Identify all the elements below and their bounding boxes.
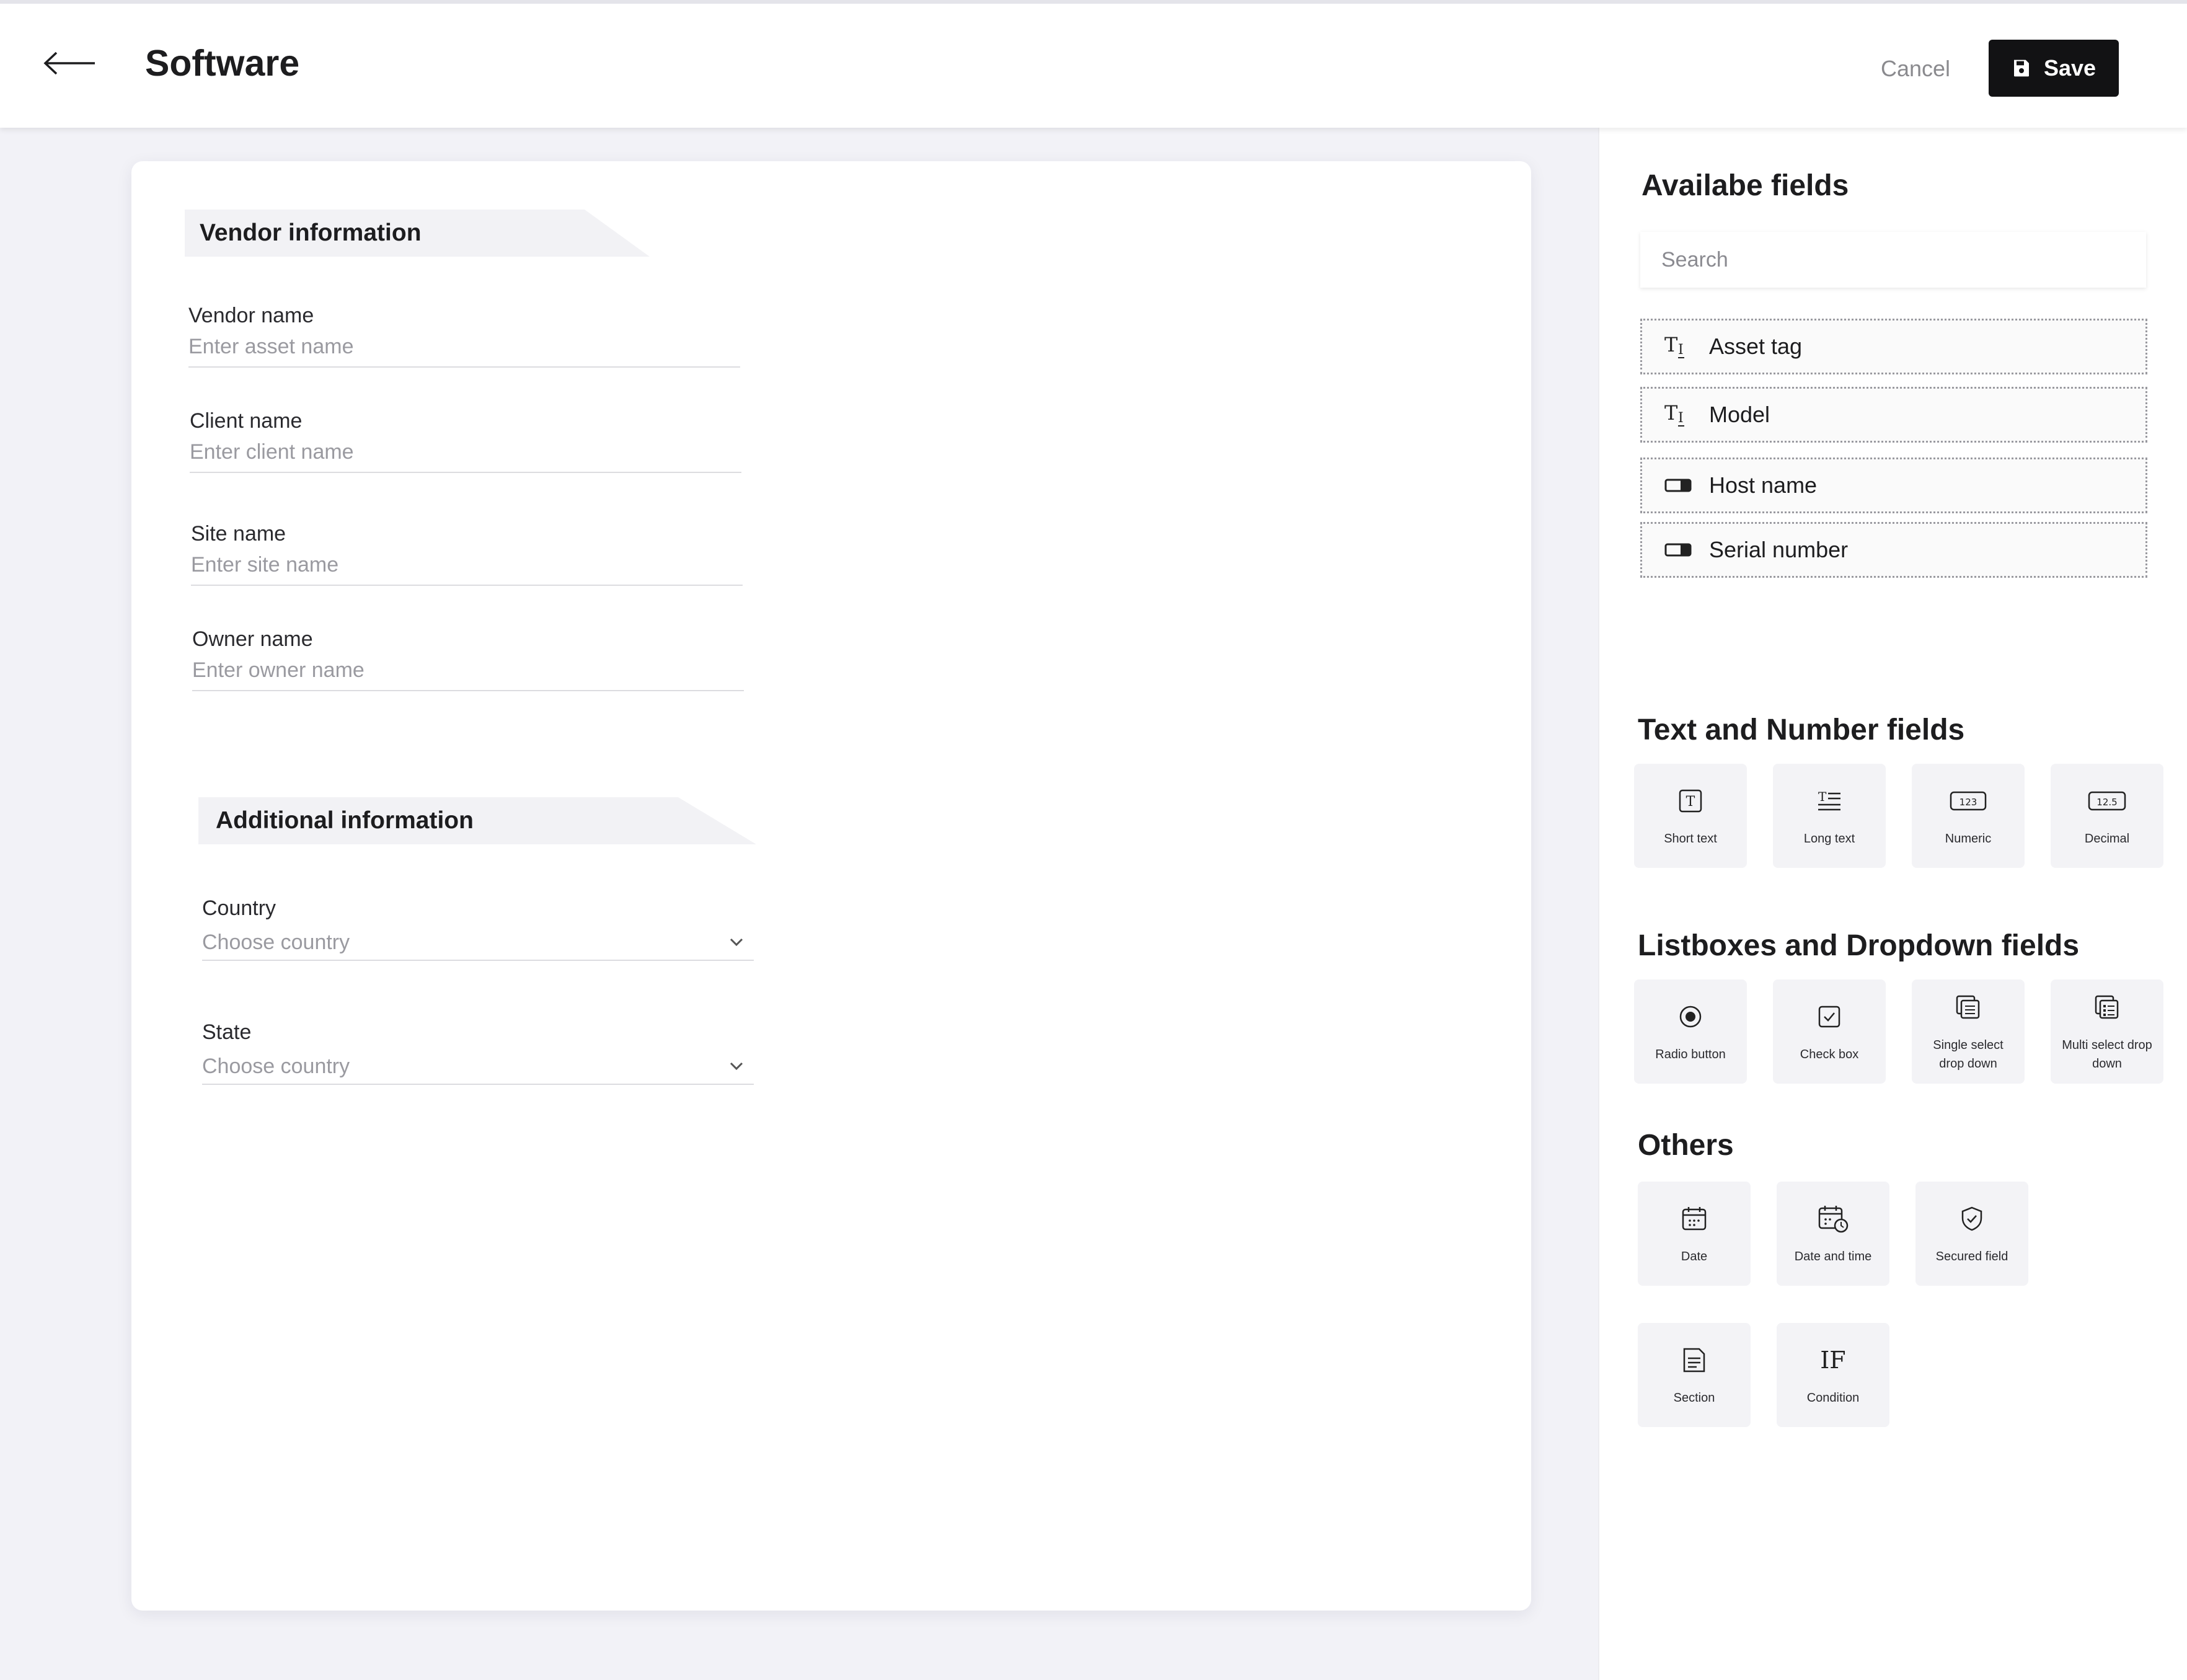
field-label: Owner name <box>192 627 313 651</box>
available-field-label: Asset tag <box>1709 334 1803 359</box>
arrow-left-icon <box>43 51 95 75</box>
tile-label: Check box <box>1800 1048 1859 1061</box>
long-text-icon: T <box>1816 784 1843 818</box>
tile-date[interactable]: Date <box>1638 1182 1751 1286</box>
svg-text:I: I <box>1678 410 1684 426</box>
tile-label: Long text <box>1803 832 1855 846</box>
short-text-icon: T <box>1678 784 1703 818</box>
tile-section[interactable]: Section <box>1638 1323 1751 1427</box>
radio-icon <box>1678 999 1703 1034</box>
tile-label: Decimal <box>2084 832 2130 846</box>
field-label: Site name <box>191 522 286 546</box>
tile-label: Date <box>1681 1250 1708 1263</box>
numeric-icon: 123 <box>1950 784 1987 818</box>
tile-label: Secured field <box>1935 1250 2008 1263</box>
available-field-label: Host name <box>1709 472 1818 498</box>
tile-condition[interactable]: IF Condition <box>1777 1323 1889 1427</box>
floppy-disk-icon <box>2013 60 2029 77</box>
section-icon <box>1682 1343 1707 1377</box>
tile-radio-button[interactable]: Radio button <box>1634 979 1747 1084</box>
tile-label: Condition <box>1806 1391 1860 1405</box>
field-label: Vendor name <box>188 304 314 327</box>
field-palette-panel: Availabe fields TI Asset tag TI Model Ho… <box>1598 128 2187 1680</box>
calendar-clock-icon <box>1818 1201 1849 1236</box>
chevron-down-icon <box>730 938 743 947</box>
toggle-input-icon <box>1661 478 1695 493</box>
save-button-label: Save <box>2043 55 2096 81</box>
site-name-input[interactable] <box>191 550 743 586</box>
save-button[interactable]: Save <box>1989 40 2119 97</box>
tile-decimal[interactable]: 12.5 Decimal <box>2051 764 2163 868</box>
available-field-model[interactable]: TI Model <box>1640 387 2147 443</box>
svg-text:12.5: 12.5 <box>2096 797 2117 808</box>
country-select[interactable]: Choose country <box>202 925 754 961</box>
svg-text:T: T <box>1664 333 1678 356</box>
field-owner-name: Owner name <box>192 627 744 691</box>
text-type-icon: TI <box>1661 333 1695 360</box>
owner-name-input[interactable] <box>192 656 744 691</box>
cancel-button[interactable]: Cancel <box>1866 52 1965 86</box>
available-fields-title: Availabe fields <box>1641 169 1849 202</box>
checkbox-icon <box>1818 999 1841 1034</box>
field-client-name: Client name <box>190 409 741 473</box>
svg-text:T: T <box>1686 794 1695 810</box>
svg-text:T: T <box>1818 789 1827 804</box>
field-vendor-name: Vendor name <box>188 304 740 368</box>
tile-label: Numeric <box>1945 832 1992 846</box>
page-title: Software <box>145 43 300 84</box>
multi-select-icon <box>2094 990 2120 1025</box>
toggle-input-icon <box>1661 542 1695 557</box>
field-site-name: Site name <box>191 522 743 586</box>
select-placeholder: Choose country <box>202 930 350 954</box>
section-header-additional: Additional information <box>198 797 756 844</box>
text-type-icon: TI <box>1661 401 1695 428</box>
tile-label: Section <box>1673 1391 1715 1405</box>
listbox-title: Listboxes and Dropdown fields <box>1638 929 2080 962</box>
tile-label: Date and time <box>1794 1250 1872 1263</box>
search-input[interactable] <box>1640 232 2146 288</box>
condition-icon: IF <box>1820 1346 1846 1374</box>
available-field-asset-tag[interactable]: TI Asset tag <box>1640 319 2147 374</box>
field-country: Country Choose country <box>202 896 754 961</box>
tile-label: Single select drop down <box>1933 1038 2004 1071</box>
available-field-host-name[interactable]: Host name <box>1640 458 2147 513</box>
select-placeholder: Choose country <box>202 1054 350 1078</box>
tile-check-box[interactable]: Check box <box>1773 979 1886 1084</box>
tile-long-text[interactable]: T Long text <box>1773 764 1886 868</box>
vendor-name-input[interactable] <box>188 332 740 368</box>
available-field-serial-number[interactable]: Serial number <box>1640 522 2147 578</box>
field-label: Client name <box>190 409 303 433</box>
svg-text:123: 123 <box>1959 797 1977 808</box>
single-select-icon <box>1955 990 1981 1025</box>
svg-text:I: I <box>1678 342 1684 358</box>
chevron-down-icon <box>730 1062 743 1071</box>
shield-icon <box>1960 1201 1984 1236</box>
tile-label: Radio button <box>1655 1048 1726 1061</box>
client-name-input[interactable] <box>190 438 741 473</box>
tile-secured-field[interactable]: Secured field <box>1915 1182 2028 1286</box>
svg-text:T: T <box>1664 401 1678 425</box>
tile-numeric[interactable]: 123 Numeric <box>1912 764 2025 868</box>
available-field-label: Model <box>1709 402 1770 427</box>
calendar-icon <box>1681 1201 1707 1236</box>
field-state: State Choose country <box>202 1020 754 1085</box>
section-header-vendor: Vendor information <box>185 210 650 257</box>
decimal-icon: 12.5 <box>2088 784 2126 818</box>
others-title: Others <box>1638 1129 1734 1162</box>
form-canvas: Vendor information Vendor name Client na… <box>131 161 1531 1611</box>
field-label: Country <box>202 896 276 920</box>
tile-label: Short text <box>1664 832 1717 846</box>
tile-short-text[interactable]: T Short text <box>1634 764 1747 868</box>
field-label: State <box>202 1020 252 1044</box>
tile-label: Multi select drop down <box>2062 1038 2152 1071</box>
state-select[interactable]: Choose country <box>202 1049 754 1085</box>
tile-date-and-time[interactable]: Date and time <box>1777 1182 1889 1286</box>
back-button[interactable] <box>41 45 98 82</box>
available-field-label: Serial number <box>1709 537 1849 562</box>
tile-multi-select[interactable]: Multi select drop down <box>2051 979 2163 1084</box>
top-bar: Software Cancel Save <box>0 0 2187 128</box>
tile-single-select[interactable]: Single select drop down <box>1912 979 2025 1084</box>
text-number-title: Text and Number fields <box>1638 714 1965 746</box>
